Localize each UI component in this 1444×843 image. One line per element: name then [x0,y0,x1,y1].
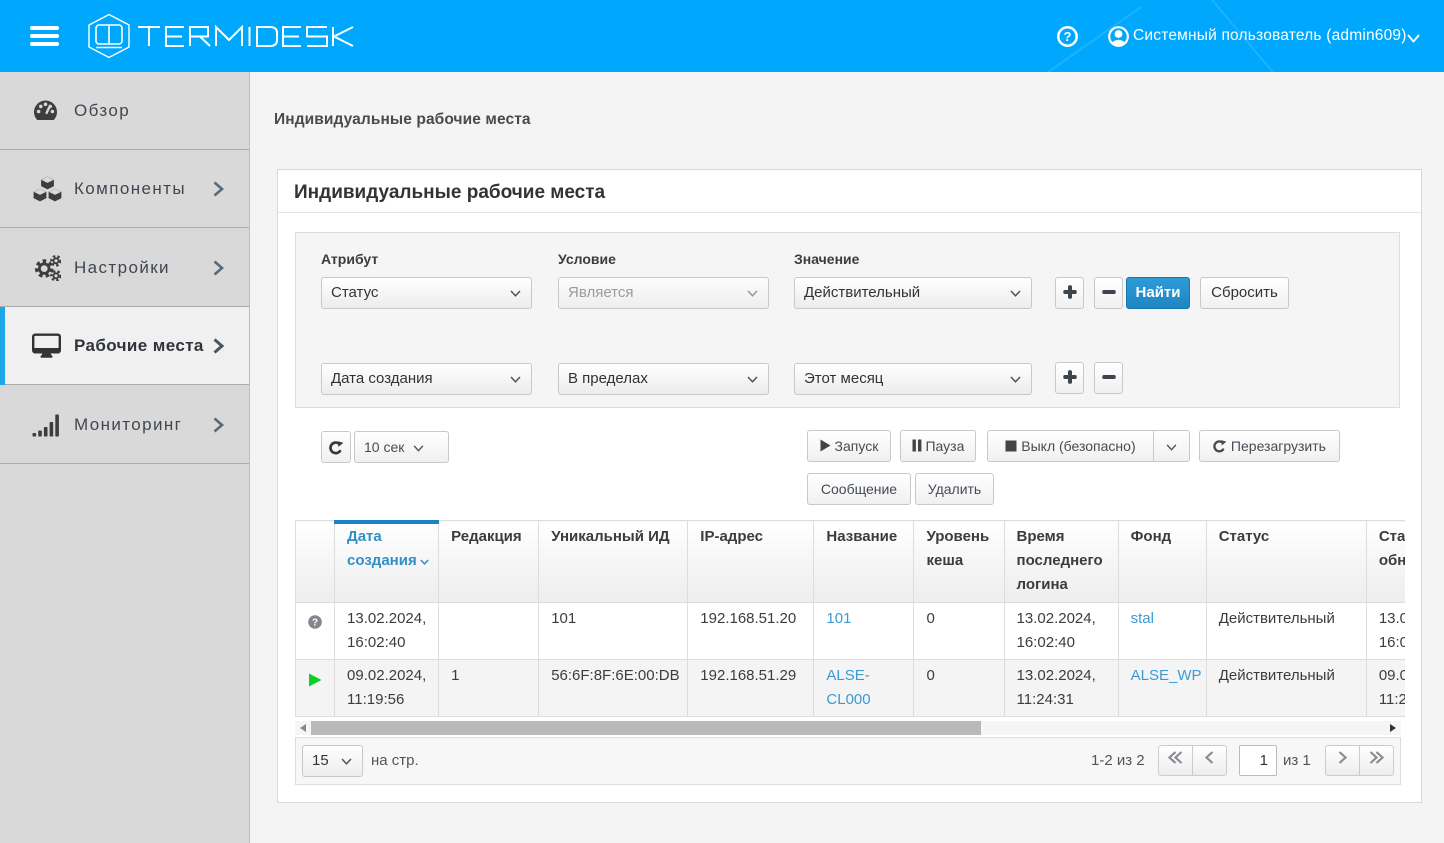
svg-text:?: ? [312,618,318,629]
svg-text:?: ? [1064,29,1072,44]
